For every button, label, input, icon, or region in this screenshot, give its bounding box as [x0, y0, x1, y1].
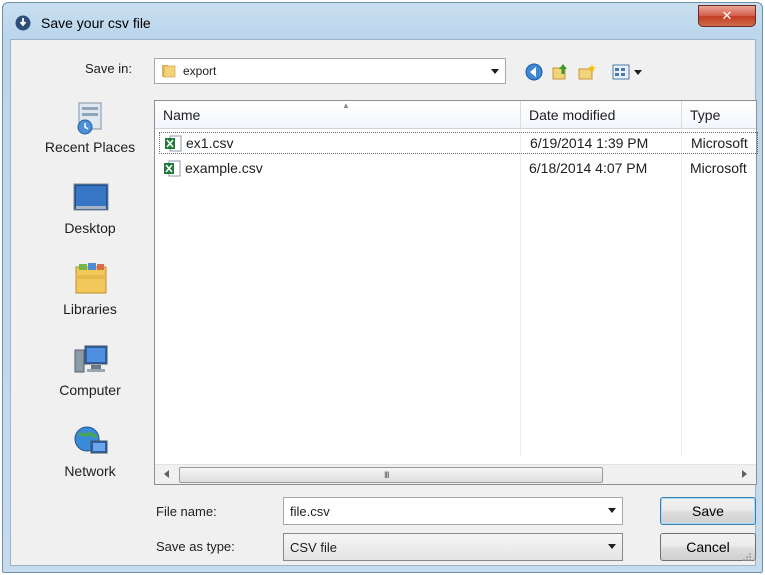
sort-ascending-icon: ▲ — [342, 101, 350, 110]
new-folder-icon[interactable] — [577, 62, 597, 82]
horizontal-scrollbar[interactable]: III — [155, 464, 756, 484]
place-label: Computer — [59, 382, 121, 398]
place-desktop[interactable]: Desktop — [29, 176, 151, 254]
excel-csv-file-icon — [165, 135, 182, 152]
place-computer[interactable]: Computer — [29, 338, 151, 416]
recent-places-icon — [77, 102, 102, 135]
close-button[interactable]: ✕ — [698, 5, 756, 27]
save-dialog-window: Save your csv file ✕ Save in: export Rec… — [2, 2, 763, 573]
scroll-right-arrow-icon[interactable] — [742, 470, 747, 478]
chevron-down-icon[interactable] — [608, 544, 616, 549]
chevron-down-icon[interactable] — [491, 69, 499, 74]
save-in-value: export — [183, 64, 217, 78]
scrollbar-grip: III — [384, 470, 389, 480]
place-network[interactable]: Network — [29, 419, 151, 497]
column-header-row: Name ▲ Date modified Type — [155, 101, 756, 129]
file-type: Microsoft — [691, 135, 748, 151]
title-bar[interactable]: Save your csv file ✕ — [3, 3, 762, 39]
save-as-type-dropdown[interactable]: CSV file — [283, 533, 623, 561]
file-row-example[interactable]: example.csv 6/18/2014 4:07 PM Microsoft — [159, 158, 758, 180]
column-header-type[interactable]: Type — [682, 101, 758, 129]
close-icon: ✕ — [721, 8, 733, 23]
places-bar: Recent Places Desktop Libraries Computer… — [29, 95, 151, 500]
place-label: Libraries — [63, 301, 117, 317]
computer-icon — [74, 345, 108, 373]
file-list[interactable]: Name ▲ Date modified Type ex1.csv 6/19/2… — [154, 100, 758, 485]
desktop-icon — [73, 183, 109, 211]
app-icon — [15, 15, 31, 31]
place-label: Desktop — [64, 220, 116, 236]
file-name-input[interactable]: file.csv — [283, 497, 623, 525]
save-in-dropdown[interactable]: export — [154, 58, 506, 84]
save-as-type-label: Save as type: — [156, 539, 235, 554]
dialog-title: Save your csv file — [41, 15, 151, 31]
file-date: 6/19/2014 1:39 PM — [530, 135, 649, 151]
file-date: 6/18/2014 4:07 PM — [529, 160, 648, 176]
excel-csv-file-icon — [164, 160, 181, 177]
dialog-body: Save in: export Recent Places Desktop Li… — [10, 39, 758, 566]
libraries-icon — [75, 263, 107, 294]
save-in-label: Save in: — [85, 61, 132, 76]
resize-grip-icon[interactable] — [742, 552, 752, 562]
file-name: ex1.csv — [186, 135, 234, 151]
place-recent-places[interactable]: Recent Places — [29, 95, 151, 173]
file-name-value: file.csv — [290, 504, 330, 519]
views-menu-icon — [612, 64, 630, 80]
back-icon[interactable] — [524, 62, 544, 82]
file-type: Microsoft — [690, 160, 747, 176]
scrollbar-thumb[interactable]: III — [179, 467, 603, 483]
up-folder-icon[interactable] — [550, 62, 570, 82]
folder-icon — [162, 65, 176, 78]
place-label: Recent Places — [44, 139, 136, 155]
file-name-label: File name: — [156, 504, 217, 519]
column-header-date-modified[interactable]: Date modified — [521, 101, 681, 129]
chevron-down-icon[interactable] — [608, 508, 616, 513]
save-as-type-value: CSV file — [290, 540, 337, 555]
column-header-name[interactable]: Name — [155, 101, 520, 129]
place-libraries[interactable]: Libraries — [29, 257, 151, 335]
scroll-left-arrow-icon[interactable] — [164, 470, 169, 478]
save-button[interactable]: Save — [660, 497, 756, 525]
place-label: Network — [64, 463, 116, 479]
chevron-down-icon — [634, 70, 642, 75]
views-menu-button[interactable] — [611, 62, 647, 82]
file-row-ex1[interactable]: ex1.csv 6/19/2014 1:39 PM Microsoft — [159, 132, 758, 154]
network-icon — [74, 426, 108, 454]
file-name: example.csv — [185, 160, 263, 176]
